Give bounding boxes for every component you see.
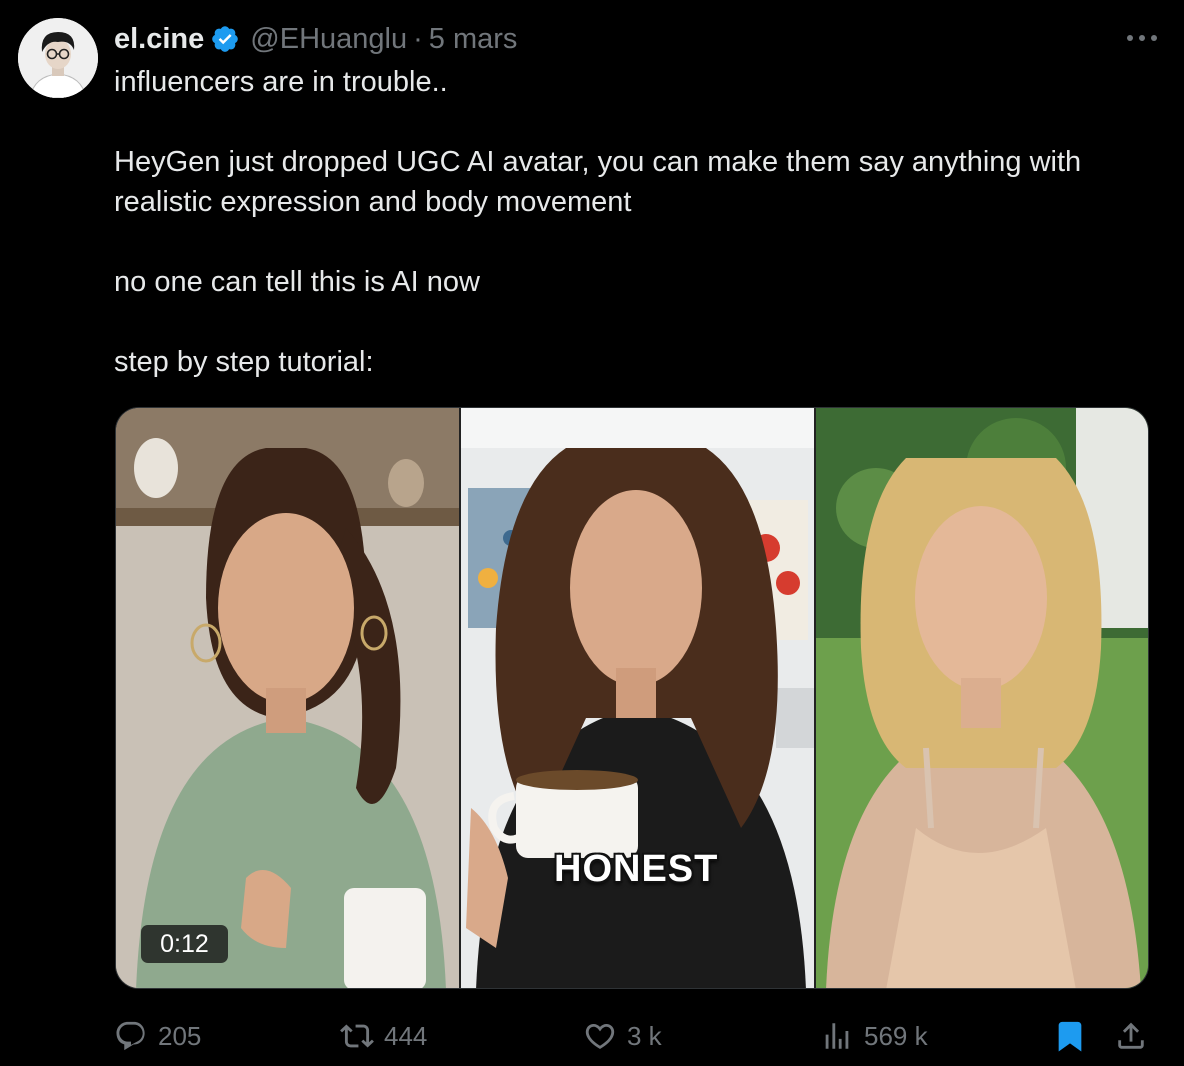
tweet-text: influencers are in trouble.. HeyGen just… bbox=[114, 62, 1164, 382]
like-count: 3 k bbox=[627, 1020, 662, 1051]
tweet-text-line: influencers are in trouble.. bbox=[114, 66, 448, 98]
share-icon bbox=[1118, 1022, 1144, 1049]
share-button[interactable] bbox=[1114, 1010, 1148, 1062]
video-thumbnail bbox=[116, 408, 1148, 988]
bookmark-icon bbox=[1058, 1021, 1082, 1052]
action-bar: 205 444 3 k 569 k bbox=[0, 1010, 1184, 1062]
views-button[interactable]: 569 k bbox=[820, 1010, 928, 1062]
views-icon bbox=[825, 1023, 849, 1049]
more-horizontal-icon bbox=[1127, 35, 1157, 41]
separator-dot: · bbox=[413, 22, 423, 55]
avatar-image bbox=[18, 18, 98, 98]
author-display-name[interactable]: el.cine bbox=[114, 23, 204, 56]
reply-icon bbox=[116, 1021, 145, 1051]
verified-badge-icon[interactable] bbox=[210, 24, 240, 54]
avatar[interactable] bbox=[18, 18, 98, 98]
tweet: el.cine @EHuanglu · 5 mars influencers a… bbox=[0, 0, 1184, 1066]
video-caption-overlay: HONEST bbox=[554, 848, 719, 890]
views-count: 569 k bbox=[864, 1020, 928, 1051]
bookmark-button[interactable] bbox=[1053, 1010, 1087, 1062]
reply-count: 205 bbox=[158, 1020, 202, 1051]
video-duration-badge: 0:12 bbox=[141, 925, 228, 963]
tweet-date[interactable]: 5 mars bbox=[429, 23, 518, 56]
like-button[interactable]: 3 k bbox=[583, 1010, 662, 1062]
reply-button[interactable]: 205 bbox=[114, 1010, 201, 1062]
video-player[interactable]: HONEST 0:12 bbox=[115, 407, 1149, 989]
heart-icon bbox=[585, 1023, 615, 1049]
tweet-header: el.cine @EHuanglu · 5 mars bbox=[114, 20, 517, 58]
repost-count: 444 bbox=[384, 1020, 428, 1051]
more-options-button[interactable] bbox=[1122, 22, 1162, 54]
tweet-text-line: no one can tell this is AI now bbox=[114, 266, 480, 298]
author-handle[interactable]: @EHuanglu bbox=[250, 23, 407, 56]
tweet-text-line: step by step tutorial: bbox=[114, 346, 374, 378]
repost-icon bbox=[340, 1024, 374, 1048]
tweet-text-line: HeyGen just dropped UGC AI avatar, you c… bbox=[114, 146, 1082, 218]
repost-button[interactable]: 444 bbox=[340, 1010, 427, 1062]
